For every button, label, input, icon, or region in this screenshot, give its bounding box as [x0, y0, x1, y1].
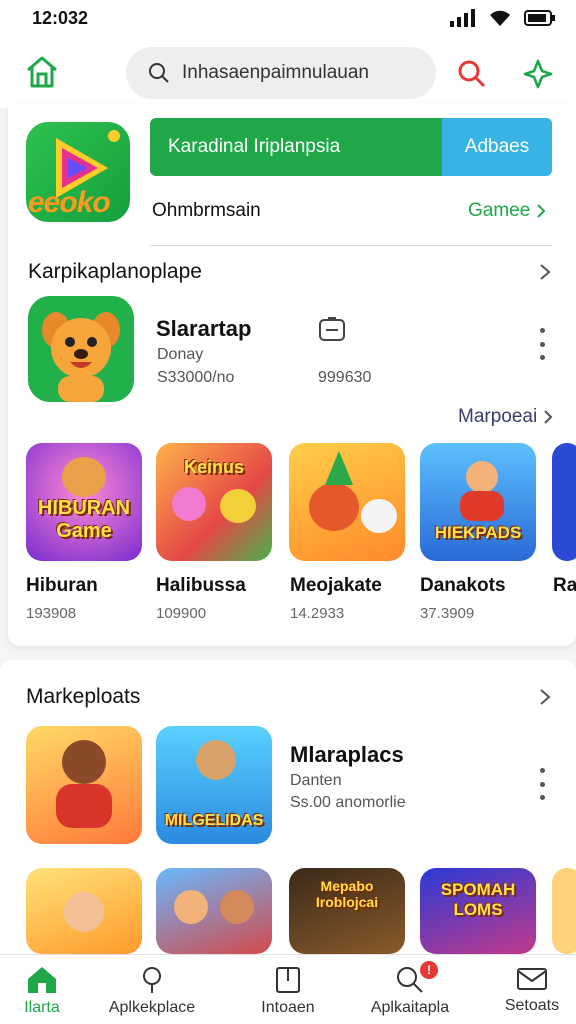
home-button[interactable]: [22, 54, 62, 90]
chevron-right-icon: [544, 410, 553, 424]
game-tile-art-text: MILGELIDAS: [164, 812, 264, 829]
game-name: Hiburan: [26, 575, 98, 596]
status-bar: 12:032: [0, 0, 576, 36]
game-count: 109900: [156, 605, 207, 622]
top-bar: Inhasaenpaimnulauan: [0, 36, 576, 108]
market-tile[interactable]: SPOMAH LOMS: [420, 868, 536, 954]
nav-label: Ilarta: [24, 999, 60, 1016]
game-tile[interactable]: HIEKPADS: [420, 443, 536, 561]
chevron-right-icon[interactable]: [538, 262, 552, 282]
brand-logo[interactable]: eeoko: [26, 122, 130, 222]
games-link-label: Gamee: [468, 200, 531, 221]
featured-app-count: S33000/no: [157, 369, 235, 386]
more-options-icon[interactable]: [537, 768, 547, 800]
game-tile[interactable]: [552, 443, 576, 561]
game-tile-art-text: HIBURAN Game: [37, 497, 131, 542]
more-options-icon[interactable]: [537, 328, 547, 360]
game-tile[interactable]: Keinus: [156, 443, 272, 561]
bottom-nav: Ilarta Aplkekplace Intoaen ! Aplkaitapla…: [0, 954, 576, 1024]
status-time: 12:032: [32, 8, 89, 28]
games-link[interactable]: Gamee: [468, 200, 546, 222]
game-tile[interactable]: [289, 443, 405, 561]
search-button[interactable]: [456, 58, 488, 90]
market-tile[interactable]: MILGELIDAS: [156, 726, 272, 844]
more-link-label: Marpoeai: [458, 406, 538, 427]
game-tile[interactable]: HIBURAN Game: [26, 443, 142, 561]
mail-icon: [517, 968, 547, 990]
game-tile-art-text: SPOMAH LOMS: [440, 880, 516, 919]
nav-label: Aplkaitapla: [370, 999, 450, 1016]
nav-item-marketplace[interactable]: Aplkekplace: [100, 955, 204, 1024]
wizard-hat-icon: [325, 451, 353, 485]
game-count: 14.2933: [290, 605, 345, 622]
market-tile[interactable]: [552, 868, 576, 954]
divider: [150, 245, 552, 246]
home-icon: [28, 967, 56, 993]
promo-title: Karadinal Iriplanpsia: [168, 136, 341, 157]
featured-app-name: Slarartap: [156, 316, 252, 341]
game-tile-art-text: Keinus: [183, 457, 244, 477]
dog-mascot-icon: [42, 312, 120, 402]
wifi-icon: [490, 10, 510, 26]
featured-app-icon[interactable]: [28, 296, 134, 402]
brand-logo-text: eeoko: [28, 186, 111, 219]
sparkle-icon: [523, 59, 553, 89]
market-app-name: Mlaraplacs: [290, 742, 404, 767]
nav-label: Intoaen: [261, 999, 315, 1016]
nav-item-search[interactable]: ! Aplkaitapla: [360, 955, 460, 1024]
game-name: Ra: [553, 575, 576, 596]
game-name: Danakots: [420, 575, 506, 596]
nav-label: Aplkekplace: [108, 999, 196, 1016]
game-name: Halibussa: [156, 575, 246, 596]
notification-badge: !: [420, 961, 438, 979]
signal-icon: [450, 9, 475, 27]
promo-banner[interactable]: Karadinal Iriplanpsia Adbaes: [150, 118, 552, 176]
game-count: 193908: [26, 605, 77, 622]
book-icon: [276, 967, 300, 993]
home-icon: [27, 56, 57, 88]
game-count: 37.3909: [420, 605, 475, 622]
search-placeholder: Inhasaenpaimnulauan: [182, 62, 369, 83]
section-title: Markeploats: [26, 685, 141, 708]
market-tile[interactable]: [156, 868, 272, 954]
game-name: Meojakate: [290, 575, 382, 596]
storage-icon: [319, 317, 345, 341]
status-icons: [450, 9, 556, 27]
featured-app-subtitle: Donay: [157, 346, 204, 363]
featured-app-size: 999630: [318, 369, 372, 386]
market-app-subtitle: Danten: [290, 772, 342, 789]
location-pin-icon: [143, 967, 161, 993]
section-title: Karpikaplanoplape: [28, 260, 202, 283]
nav-item-home[interactable]: Ilarta: [0, 955, 84, 1024]
sparkle-button[interactable]: [522, 58, 554, 90]
search-icon: [149, 63, 169, 83]
chevron-right-icon[interactable]: [538, 687, 552, 707]
search-icon: [458, 60, 486, 88]
nav-item-info[interactable]: Intoaen: [246, 955, 330, 1024]
market-app-count: Ss.00 anomorlie: [290, 794, 406, 811]
promo-action-button[interactable]: Adbaes: [442, 118, 552, 176]
market-tile[interactable]: Mepabo Iroblojcai: [289, 868, 405, 954]
market-tile[interactable]: [26, 868, 142, 954]
nav-label: Setoats: [504, 997, 560, 1014]
promo-subtitle: Ohmbrmsain: [152, 200, 261, 221]
search-input[interactable]: Inhasaenpaimnulauan: [126, 47, 436, 99]
more-link[interactable]: Marpoeai: [458, 406, 553, 428]
chevron-right-icon: [537, 204, 546, 218]
game-tile-art-text: Mepabo Iroblojcai: [315, 878, 379, 910]
game-tile-art-text: HIEKPADS: [434, 523, 522, 542]
battery-icon: [524, 10, 555, 26]
nav-item-settings[interactable]: Setoats: [490, 955, 574, 1024]
market-tile[interactable]: [26, 726, 142, 844]
